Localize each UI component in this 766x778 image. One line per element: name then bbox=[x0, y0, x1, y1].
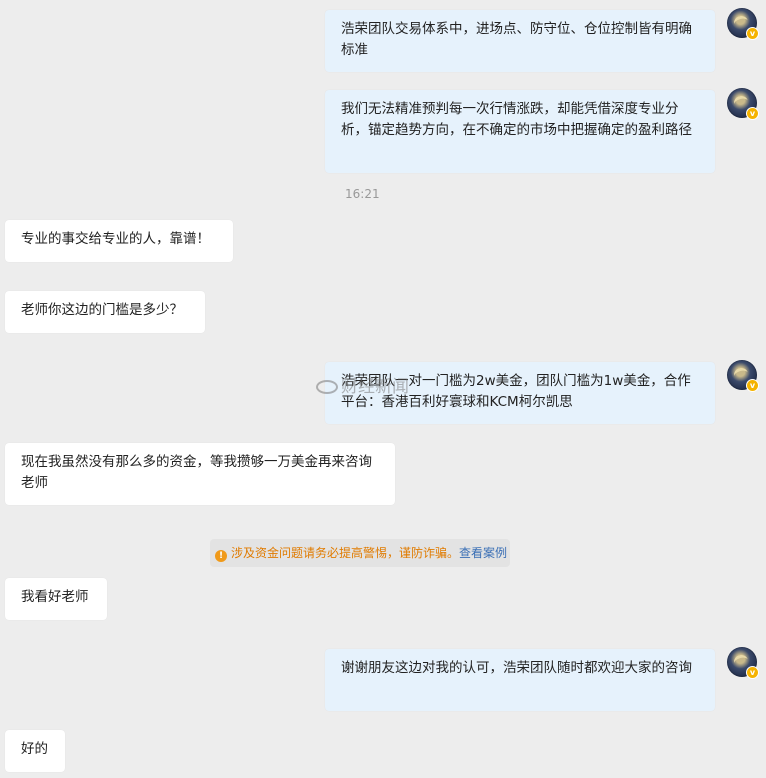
verified-badge-icon: v bbox=[746, 27, 759, 40]
message-bubble-sent[interactable]: 浩荣团队一对一门槛为2w美金，团队门槛为1w美金，合作平台：香港百利好寰球和KC… bbox=[325, 362, 715, 424]
verified-badge-icon: v bbox=[746, 107, 759, 120]
fraud-warning-notice: ! 涉及资金问题请务必提高警惕，谨防诈骗。查看案例 bbox=[210, 539, 510, 567]
message-bubble-received[interactable]: 老师你这边的门槛是多少？ bbox=[5, 291, 205, 333]
message-bubble-sent[interactable]: 谢谢朋友这边对我的认可，浩荣团队随时都欢迎大家的咨询 bbox=[325, 649, 715, 711]
verified-badge-icon: v bbox=[746, 379, 759, 392]
message-bubble-received[interactable]: 现在我虽然没有那么多的资金，等我攒够一万美金再来咨询老师 bbox=[5, 443, 395, 505]
message-bubble-sent[interactable]: 浩荣团队交易体系中，进场点、防守位、仓位控制皆有明确标准 bbox=[325, 10, 715, 72]
message-bubble-received[interactable]: 我看好老师 bbox=[5, 578, 107, 620]
sender-avatar[interactable]: v bbox=[727, 8, 759, 40]
view-cases-link[interactable]: 查看案例 bbox=[459, 546, 507, 560]
message-bubble-received[interactable]: 专业的事交给专业的人，靠谱！ bbox=[5, 220, 233, 262]
verified-badge-icon: v bbox=[746, 666, 759, 679]
message-bubble-sent[interactable]: 我们无法精准预判每一次行情涨跌，却能凭借深度专业分析，锚定趋势方向，在不确定的市… bbox=[325, 90, 715, 173]
sender-avatar[interactable]: v bbox=[727, 647, 759, 679]
sender-avatar[interactable]: v bbox=[727, 360, 759, 392]
message-bubble-received[interactable]: 好的 bbox=[5, 730, 65, 772]
warning-icon: ! bbox=[215, 550, 227, 562]
sender-avatar[interactable]: v bbox=[727, 88, 759, 120]
warning-text: 涉及资金问题请务必提高警惕，谨防诈骗。 bbox=[231, 546, 460, 560]
message-timestamp: 16:21 bbox=[345, 187, 380, 201]
